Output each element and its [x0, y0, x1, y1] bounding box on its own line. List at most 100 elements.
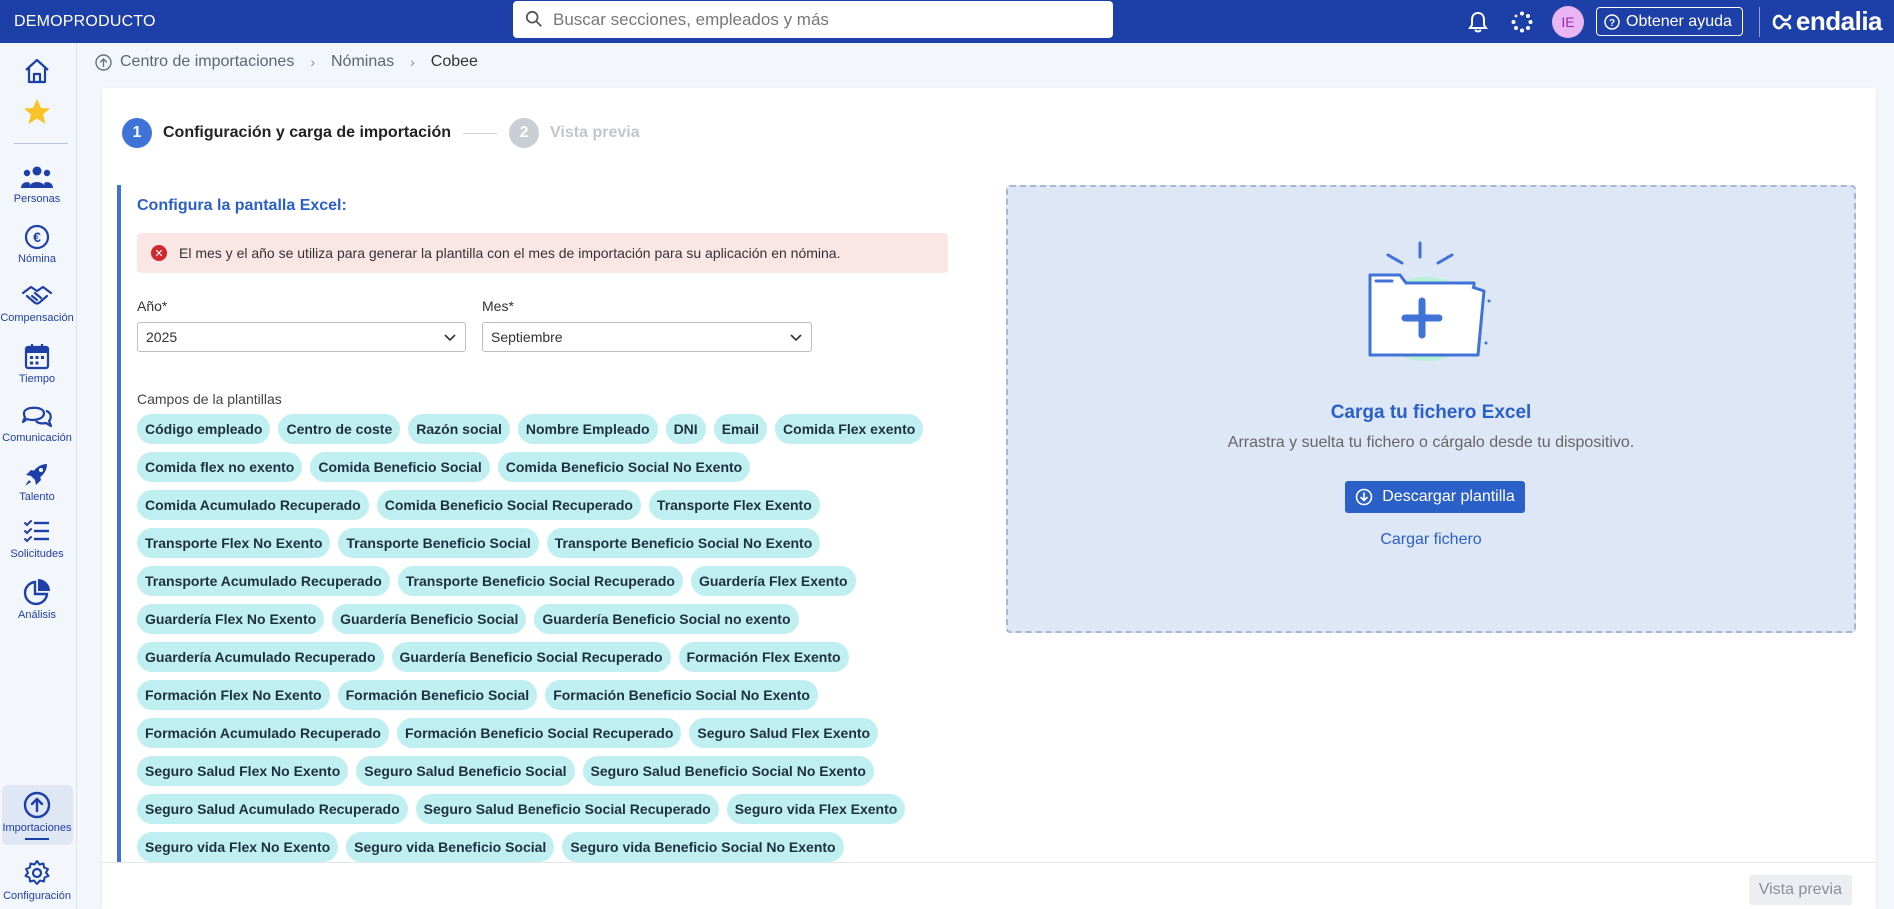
template-field-chip: Código empleado: [137, 414, 271, 444]
stepper: 1 Configuración y carga de importación 2…: [122, 118, 640, 148]
sidebar-item-label: Análisis: [18, 609, 56, 621]
sidebar-item-importaciones[interactable]: Importaciones: [0, 791, 74, 834]
month-label: Mes*: [482, 298, 514, 314]
preview-button[interactable]: Vista previa: [1748, 875, 1852, 905]
breadcrumb-item-current: Cobee: [430, 53, 478, 70]
upload-subtitle: Arrastra y suelta tu fichero o cárgalo d…: [1227, 434, 1635, 451]
question-icon: ?: [1604, 13, 1620, 30]
sidebar-divider: [14, 143, 68, 144]
template-field-chip: Guardería Flex No Exento: [137, 604, 325, 634]
sidebar-item-label: Solicitudes: [10, 548, 64, 560]
sidebar-item-configuracion[interactable]: Configuración: [0, 859, 74, 902]
download-label: Descargar plantilla: [1382, 488, 1515, 505]
sidebar-item-nomina[interactable]: € Nómina: [0, 224, 74, 265]
upload-dropzone[interactable]: Carga tu fichero Excel Arrastra y suelta…: [1006, 185, 1856, 633]
sidebar-item-home[interactable]: [0, 57, 74, 85]
search-box[interactable]: Buscar secciones, empleados y más: [513, 1, 1113, 38]
config-title: Configura la pantalla Excel:: [137, 197, 347, 214]
sidebar-active-indicator: [25, 838, 49, 840]
template-field-chip: Guardería Beneficio Social: [332, 604, 527, 634]
step-number-1: 1: [122, 118, 152, 148]
help-label: Obtener ayuda: [1626, 12, 1732, 30]
month-value: Septiembre: [491, 329, 563, 345]
sidebar-item-analisis[interactable]: Análisis: [0, 578, 74, 621]
template-field-chip: Formación Beneficio Social No Exento: [545, 680, 818, 710]
back-circle-icon[interactable]: [95, 53, 112, 71]
breadcrumb-item-importaciones[interactable]: Centro de importaciones: [120, 53, 294, 71]
upload-title: Carga tu fichero Excel: [1330, 402, 1532, 423]
bell-icon[interactable]: [1466, 10, 1490, 34]
error-alert: ✕ El mes y el año se utiliza para genera…: [137, 233, 948, 273]
error-icon: ✕: [151, 245, 167, 261]
sidebar-item-label: Comunicación: [2, 432, 72, 444]
sidebar-item-label: Nómina: [18, 253, 56, 265]
star-icon: [24, 99, 50, 124]
sidebar-item-comunicacion[interactable]: Comunicación: [0, 401, 74, 444]
month-select[interactable]: Septiembre: [482, 322, 812, 352]
upload-circle-icon: [23, 791, 51, 819]
template-field-chip: Seguro vida Beneficio Social: [346, 832, 555, 862]
sidebar-item-talento[interactable]: Talento: [0, 460, 74, 503]
home-icon: [25, 58, 49, 84]
template-field-chip: Formación Beneficio Social Recuperado: [396, 718, 682, 748]
breadcrumb: Centro de importaciones › Nóminas › Cobe…: [95, 52, 486, 72]
template-field-chip: Seguro Salud Beneficio Social Recuperado: [415, 794, 719, 824]
sidebar-item-tiempo[interactable]: Tiempo: [0, 342, 74, 385]
endalia-logo[interactable]: endalia: [1770, 6, 1883, 37]
template-field-chip: Formación Flex No Exento: [137, 680, 330, 710]
template-field-chip: Seguro vida Flex Exento: [726, 794, 906, 824]
help-button[interactable]: ? Obtener ayuda: [1596, 7, 1743, 36]
euro-icon: €: [24, 224, 50, 250]
load-file-link[interactable]: Cargar fichero: [1008, 531, 1854, 549]
template-field-chip: Comida Flex exento: [775, 414, 924, 444]
template-field-chip: Comida Beneficio Social Recuperado: [376, 490, 641, 520]
template-fields-label: Campos de la plantillas: [137, 391, 282, 407]
template-field-chip: Email: [713, 414, 768, 444]
logo-mark-icon: [1772, 14, 1792, 29]
avatar[interactable]: IE: [1552, 5, 1585, 38]
template-field-chip: Seguro Salud Flex No Exento: [137, 756, 349, 786]
template-field-chip: Seguro Salud Beneficio Social No Exento: [582, 756, 874, 786]
breadcrumb-item-nominas[interactable]: Nóminas: [331, 53, 394, 71]
company-name[interactable]: DEMOPRODUCTO: [0, 13, 510, 31]
template-field-chip: Guardería Beneficio Social no exento: [534, 604, 799, 634]
sidebar-item-favorites[interactable]: [0, 97, 74, 127]
template-field-chip: Comida Beneficio Social: [310, 452, 490, 482]
folder-plus-icon: [1368, 241, 1491, 361]
template-field-chip: Comida Beneficio Social No Exento: [497, 452, 751, 482]
chevron-down-icon: [790, 334, 802, 342]
download-template-button[interactable]: Descargar plantilla: [1345, 481, 1525, 513]
chat-icon: [21, 406, 53, 428]
template-field-chip: Comida Acumulado Recuperado: [137, 490, 369, 520]
pie-chart-icon: [23, 579, 50, 606]
rocket-icon: [25, 464, 47, 486]
search-input[interactable]: Buscar secciones, empleados y más: [553, 10, 829, 30]
template-field-chip: Seguro Salud Beneficio Social: [356, 756, 575, 786]
sidebar-item-personas[interactable]: Personas: [0, 164, 74, 205]
step-label-1: Configuración y carga de importación: [163, 124, 452, 141]
chevron-down-icon: [444, 334, 456, 342]
checklist-icon: [24, 520, 49, 543]
gear-icon: [24, 860, 50, 885]
template-field-chip: Formación Acumulado Recuperado: [137, 718, 389, 748]
main-card: 1 Configuración y carga de importación 2…: [102, 88, 1876, 909]
template-field-chip: Razón social: [408, 414, 510, 444]
template-field-chip: Guardería Acumulado Recuperado: [137, 642, 384, 672]
template-field-chip: Comida flex no exento: [137, 452, 303, 482]
loading-dots-icon[interactable]: [1510, 10, 1534, 34]
topbar-divider: [1758, 6, 1760, 37]
year-select[interactable]: 2025: [137, 322, 466, 352]
template-field-chip: Guardería Flex Exento: [690, 566, 856, 596]
sidebar-item-label: Personas: [13, 193, 61, 205]
template-field-chip: Transporte Flex No Exento: [137, 528, 331, 558]
chevron-right-icon: ›: [310, 54, 315, 70]
sidebar-item-label: Importaciones: [2, 822, 72, 834]
sidebar-item-label: Configuración: [3, 890, 71, 902]
sidebar-item-solicitudes[interactable]: Solicitudes: [0, 519, 74, 560]
template-field-chip: Guardería Beneficio Social Recuperado: [391, 642, 671, 672]
svg-text:€: €: [33, 229, 41, 245]
template-field-chip: Centro de coste: [278, 414, 401, 444]
sidebar-item-compensacion[interactable]: Compensación: [0, 283, 74, 324]
template-field-chip: Seguro vida Flex No Exento: [137, 832, 339, 862]
step-connector: [463, 132, 498, 134]
